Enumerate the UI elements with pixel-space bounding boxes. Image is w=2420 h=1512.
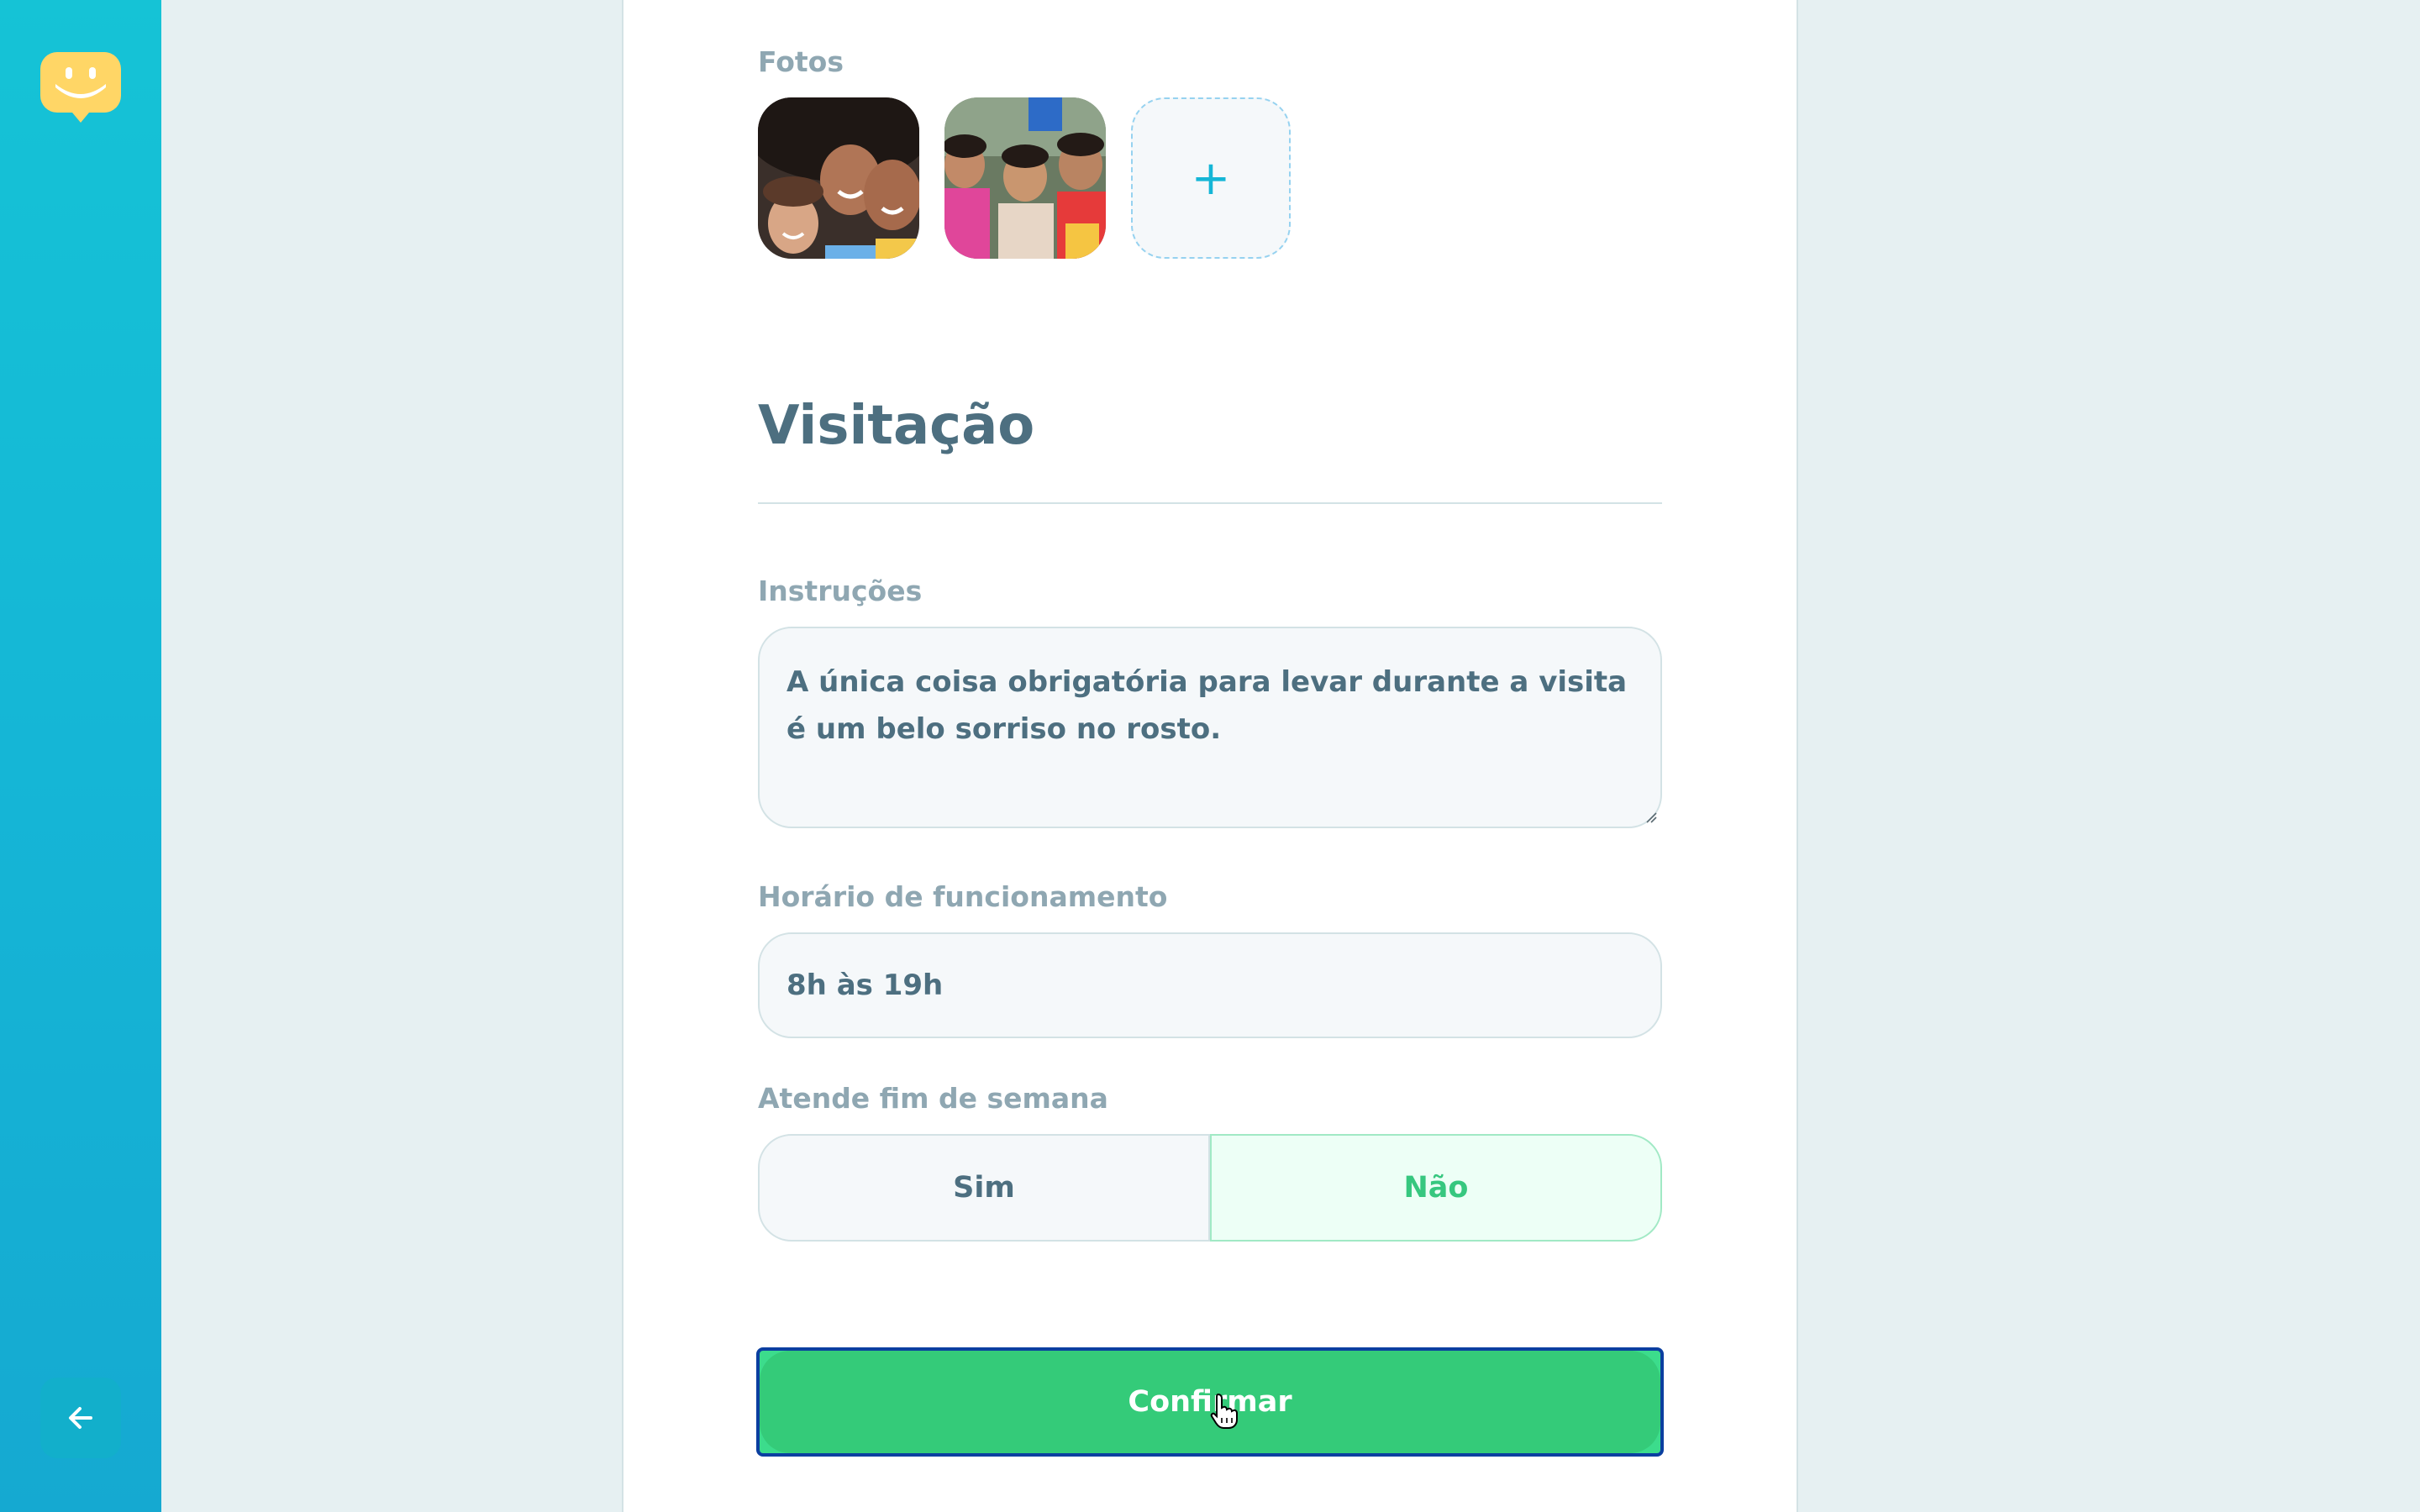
add-photo-button[interactable]: + [1131,97,1291,259]
back-button[interactable] [40,1378,121,1458]
instructions-textarea[interactable]: A única coisa obrigatória para levar dur… [758,627,1662,828]
photos-label: Fotos [758,45,844,78]
resize-handle-icon[interactable] [1645,811,1657,823]
kids-photo-1[interactable] [758,97,919,259]
weekends-yes-button[interactable]: Sim [758,1134,1210,1242]
visitation-section-title: Visitação [758,395,1035,457]
arrow-left-icon [69,1407,92,1429]
weekends-no-button[interactable]: Não [1210,1134,1662,1242]
create-orphanage-form: Fotos + Visitação Instruções A única coi… [622,0,1798,1512]
instructions-label: Instruções [758,575,923,607]
kids-photo-2[interactable] [944,97,1106,259]
opening-hours-input[interactable] [758,932,1662,1038]
weekends-label: Atende fim de semana [758,1082,1108,1115]
opening-hours-label: Horário de funcionamento [758,880,1168,913]
plus-icon: + [1191,150,1231,206]
hand-pointer-cursor-icon [1210,1393,1238,1429]
weekends-toggle: Sim Não [758,1134,1662,1242]
happy-face-map-pin-icon[interactable] [40,52,121,128]
section-divider [758,502,1662,504]
sidebar [0,0,161,1512]
